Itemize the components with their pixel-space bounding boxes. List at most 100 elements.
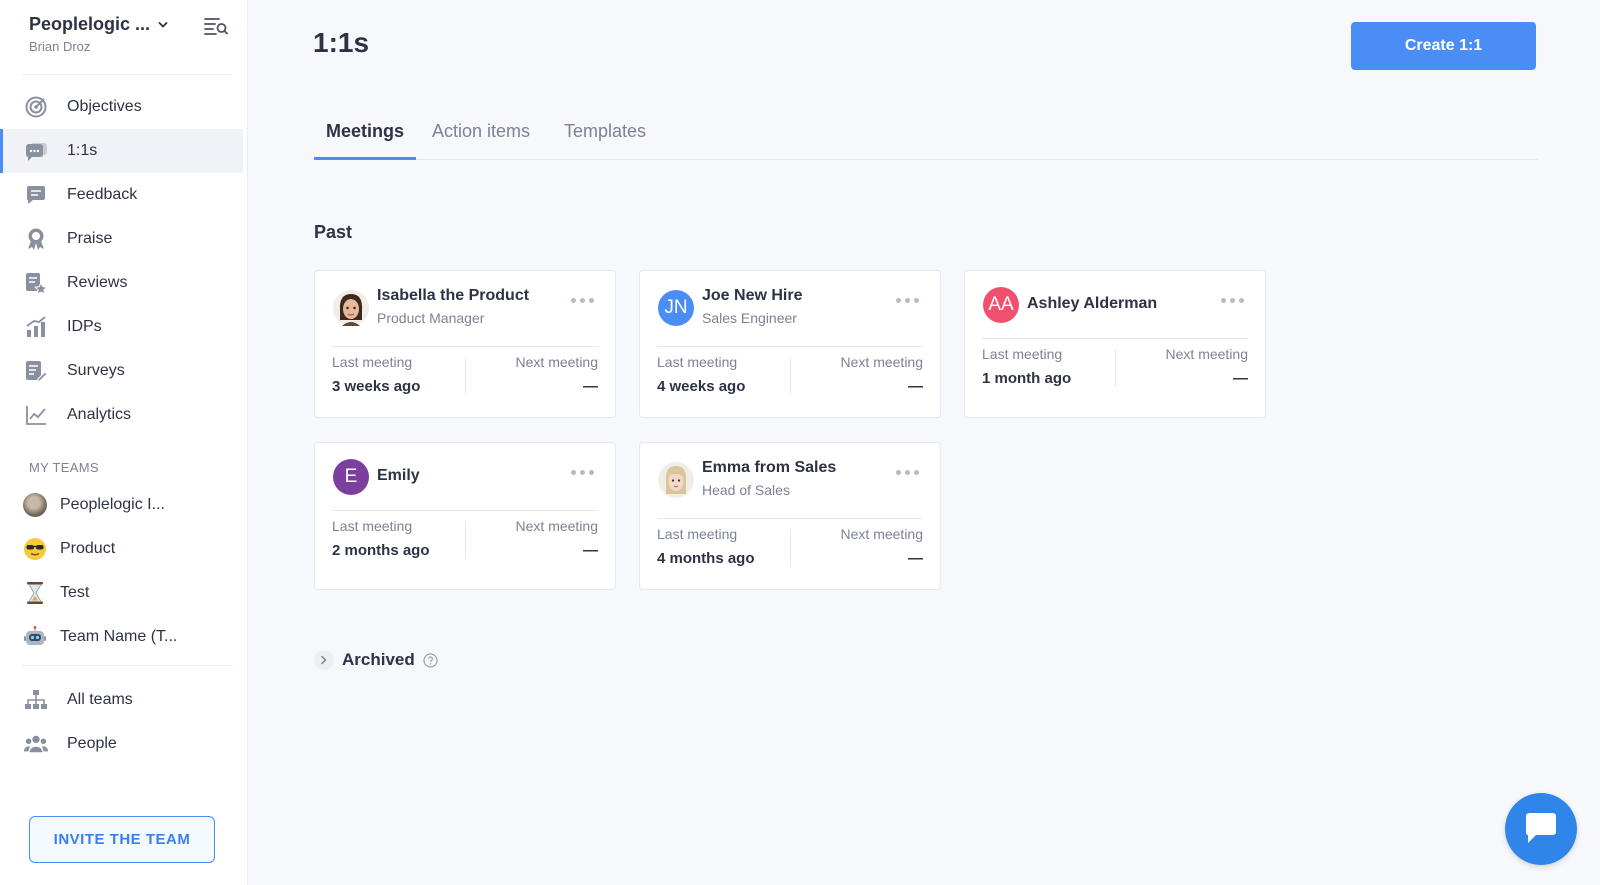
meeting-person-role: Sales Engineer bbox=[702, 310, 797, 326]
survey-icon bbox=[24, 359, 48, 383]
sidebar-divider bbox=[22, 665, 233, 666]
sidebar-item-surveys[interactable]: Surveys bbox=[0, 349, 243, 393]
sidebar-item-label: Surveys bbox=[67, 362, 125, 379]
meeting-person-name: Emma from Sales bbox=[702, 459, 837, 476]
tab-templates[interactable]: Templates bbox=[552, 118, 658, 160]
award-icon bbox=[24, 227, 48, 251]
last-meeting-label: Last meeting bbox=[657, 526, 738, 542]
sidebar-item-1on1s[interactable]: 1:1s bbox=[0, 129, 243, 173]
memoji-avatar bbox=[333, 290, 369, 326]
sidebar-item-label: Feedback bbox=[67, 186, 138, 203]
sidebar-team-product[interactable]: Product bbox=[0, 527, 243, 571]
card-divider bbox=[790, 357, 791, 395]
chevron-down-icon[interactable] bbox=[158, 20, 168, 30]
people-icon bbox=[24, 732, 48, 756]
section-title-past: Past bbox=[314, 222, 353, 242]
meeting-person-name: Emily bbox=[377, 467, 420, 484]
card-divider bbox=[657, 518, 923, 519]
meeting-card[interactable]: Isabella the Product Product Manager Las… bbox=[314, 270, 616, 418]
sidebar-item-label: Praise bbox=[67, 230, 113, 247]
sidebar-item-label: People bbox=[67, 735, 117, 752]
sidebar-item-objectives[interactable]: Objectives bbox=[0, 85, 243, 129]
initials-avatar: AA bbox=[983, 287, 1019, 323]
meeting-card[interactable]: JN Joe New Hire Sales Engineer Last meet… bbox=[639, 270, 941, 418]
page-title: 1:1s bbox=[313, 27, 370, 58]
card-divider bbox=[1115, 349, 1116, 387]
sidebar-team-label: Team Name (T... bbox=[60, 628, 178, 645]
card-divider bbox=[982, 338, 1248, 339]
next-meeting-label: Next meeting bbox=[515, 354, 598, 370]
next-meeting-label: Next meeting bbox=[840, 526, 923, 542]
chat-bubbles-icon bbox=[24, 139, 48, 163]
menu-search-icon[interactable] bbox=[204, 16, 228, 36]
meeting-person-name: Isabella the Product bbox=[377, 287, 530, 304]
robot-emoji-avatar bbox=[23, 625, 47, 649]
archived-toggle[interactable]: Archived bbox=[314, 650, 438, 670]
more-options-icon[interactable] bbox=[571, 295, 597, 305]
help-icon[interactable] bbox=[423, 652, 438, 668]
meeting-person-role: Head of Sales bbox=[702, 482, 790, 498]
sidebar-item-label: All teams bbox=[67, 691, 133, 708]
current-user-name: Brian Droz bbox=[29, 39, 91, 54]
initials-avatar: JN bbox=[658, 290, 694, 326]
sidebar-team-peoplelogic[interactable]: Peoplelogic I... bbox=[0, 483, 243, 527]
last-meeting-label: Last meeting bbox=[332, 518, 413, 534]
next-meeting-value: — bbox=[1233, 370, 1248, 387]
invite-team-button[interactable]: INVITE THE TEAM bbox=[29, 816, 215, 863]
sidebar-team-test[interactable]: Test bbox=[0, 571, 243, 615]
target-icon bbox=[24, 95, 48, 119]
sidebar-item-feedback[interactable]: Feedback bbox=[0, 173, 243, 217]
team-photo-avatar bbox=[23, 493, 47, 517]
create-1on1-button[interactable]: Create 1:1 bbox=[1351, 22, 1536, 70]
message-icon bbox=[24, 183, 48, 207]
sidebar-item-analytics[interactable]: Analytics bbox=[0, 393, 243, 437]
sidebar-team-label: Peoplelogic I... bbox=[60, 496, 165, 513]
card-divider bbox=[332, 510, 598, 511]
chat-widget-button[interactable] bbox=[1505, 793, 1577, 865]
tab-meetings[interactable]: Meetings bbox=[314, 118, 417, 160]
last-meeting-value: 2 months ago bbox=[332, 542, 430, 559]
sidebar-item-label: Reviews bbox=[67, 274, 128, 291]
card-divider bbox=[790, 529, 791, 567]
next-meeting-value: — bbox=[583, 378, 598, 395]
sidebar-item-praise[interactable]: Praise bbox=[0, 217, 243, 261]
last-meeting-value: 4 months ago bbox=[657, 550, 755, 567]
org-name[interactable]: Peoplelogic ... bbox=[29, 14, 150, 35]
card-divider bbox=[657, 346, 923, 347]
sidebar-item-people[interactable]: People bbox=[0, 722, 243, 766]
more-options-icon[interactable] bbox=[571, 467, 597, 477]
card-divider bbox=[465, 357, 466, 395]
meeting-person-role: Product Manager bbox=[377, 310, 485, 326]
tab-action-items[interactable]: Action items bbox=[420, 118, 542, 160]
last-meeting-value: 4 weeks ago bbox=[657, 378, 746, 395]
more-options-icon[interactable] bbox=[1221, 295, 1247, 305]
sidebar: Peoplelogic ... Brian Droz Objectives 1:… bbox=[0, 0, 248, 885]
more-options-icon[interactable] bbox=[896, 467, 922, 477]
meeting-card[interactable]: Emma from Sales Head of Sales Last meeti… bbox=[639, 442, 941, 590]
meeting-card[interactable]: AA Ashley Alderman Last meeting 1 month … bbox=[964, 270, 1266, 418]
last-meeting-label: Last meeting bbox=[982, 346, 1063, 362]
last-meeting-value: 1 month ago bbox=[982, 370, 1072, 387]
card-divider bbox=[465, 521, 466, 559]
sidebar-team-label: Product bbox=[60, 540, 116, 557]
next-meeting-value: — bbox=[583, 542, 598, 559]
last-meeting-label: Last meeting bbox=[657, 354, 738, 370]
sunglasses-emoji-avatar bbox=[23, 537, 47, 561]
sidebar-team-team-name[interactable]: Team Name (T... bbox=[0, 615, 243, 659]
hourglass-emoji-avatar bbox=[23, 581, 47, 605]
meeting-person-name: Ashley Alderman bbox=[1027, 295, 1158, 312]
sidebar-item-label: 1:1s bbox=[67, 142, 98, 159]
sidebar-item-reviews[interactable]: Reviews bbox=[0, 261, 243, 305]
meeting-person-name: Joe New Hire bbox=[702, 287, 803, 304]
last-meeting-label: Last meeting bbox=[332, 354, 413, 370]
org-switcher[interactable]: Peoplelogic ... Brian Droz bbox=[29, 14, 168, 54]
sidebar-item-all-teams[interactable]: All teams bbox=[0, 678, 243, 722]
last-meeting-value: 3 weeks ago bbox=[332, 378, 421, 395]
line-chart-icon bbox=[24, 403, 48, 427]
sidebar-item-idps[interactable]: IDPs bbox=[0, 305, 243, 349]
meeting-card[interactable]: E Emily Last meeting 2 months ago Next m… bbox=[314, 442, 616, 590]
chevron-right-icon[interactable] bbox=[314, 650, 334, 670]
more-options-icon[interactable] bbox=[896, 295, 922, 305]
archived-label: Archived bbox=[342, 650, 415, 669]
card-divider bbox=[332, 346, 598, 347]
